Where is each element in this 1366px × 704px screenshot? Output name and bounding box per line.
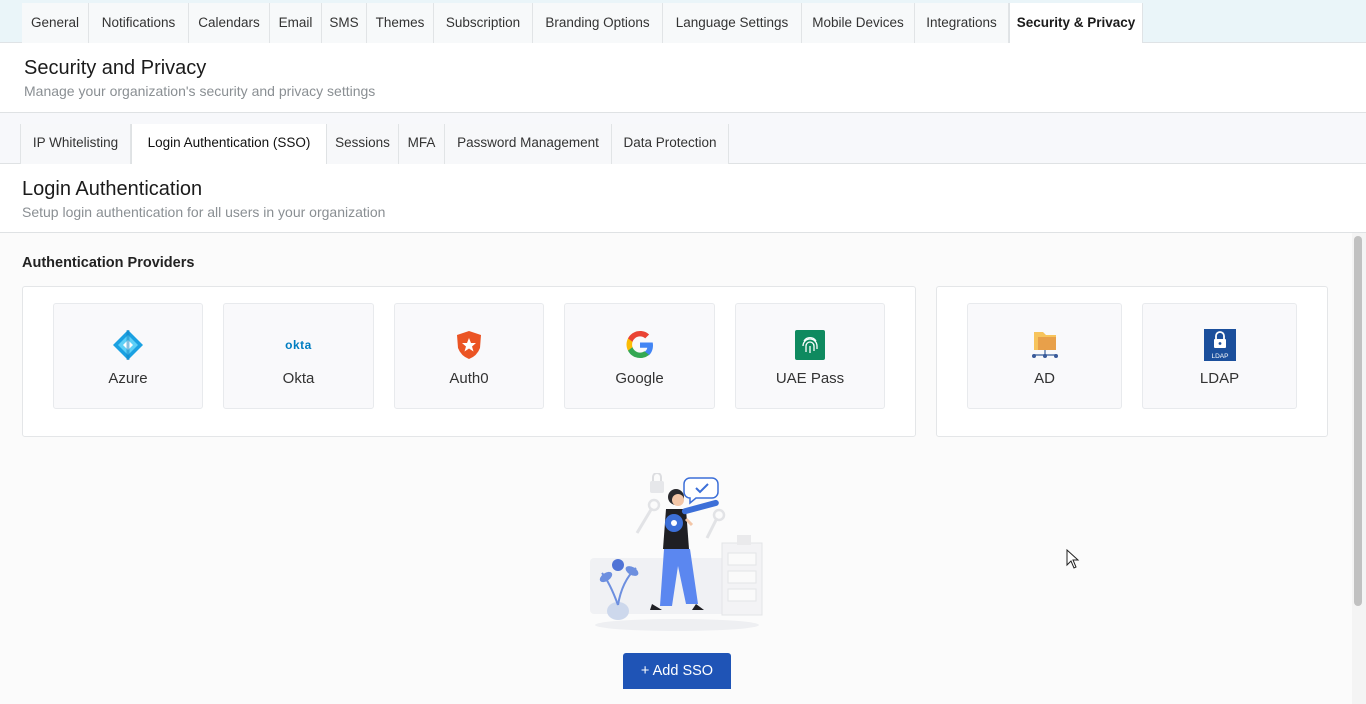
azure-icon — [113, 330, 143, 360]
section-title: Login Authentication — [22, 178, 203, 200]
security-key-illustration — [590, 473, 763, 631]
provider-label: Google — [615, 370, 664, 387]
scrollbar-thumb[interactable] — [1354, 236, 1362, 606]
provider-card-uae-pass[interactable]: UAE Pass — [735, 303, 885, 409]
subtab-password-management[interactable]: Password Management — [445, 124, 612, 164]
tab-subscription[interactable]: Subscription — [434, 3, 533, 43]
section-subtitle: Setup login authentication for all users… — [22, 204, 386, 220]
provider-label: UAE Pass — [775, 370, 845, 387]
okta-icon: okta — [285, 338, 312, 352]
tab-notifications[interactable]: Notifications — [89, 3, 189, 43]
tab-language-settings[interactable]: Language Settings — [663, 3, 802, 43]
section-header: Login Authentication Setup login authent… — [0, 164, 1366, 233]
provider-card-okta[interactable]: okta Okta — [223, 303, 374, 409]
provider-card-auth0[interactable]: Auth0 — [394, 303, 544, 409]
tab-calendars[interactable]: Calendars — [189, 3, 270, 43]
auth0-icon — [457, 331, 481, 359]
subtab-mfa[interactable]: MFA — [399, 124, 445, 164]
tab-themes[interactable]: Themes — [367, 3, 434, 43]
provider-card-ldap[interactable]: LDAP LDAP — [1142, 303, 1297, 409]
security-sub-tab-bar: IP Whitelisting Login Authentication (SS… — [0, 113, 1366, 165]
google-icon — [626, 331, 653, 358]
add-sso-button[interactable]: + Add SSO — [623, 653, 731, 689]
tab-branding-options[interactable]: Branding Options — [533, 3, 663, 43]
tab-general[interactable]: General — [22, 3, 89, 43]
provider-label: LDAP — [1199, 370, 1240, 387]
providers-heading: Authentication Providers — [22, 255, 195, 271]
active-directory-icon — [1031, 332, 1058, 358]
provider-label: AD — [1034, 370, 1055, 387]
uae-pass-icon — [795, 330, 825, 360]
content-scrollbar[interactable] — [1352, 233, 1366, 704]
page-subtitle: Manage your organization's security and … — [24, 83, 376, 99]
provider-card-google[interactable]: Google — [564, 303, 715, 409]
sso-provider-group: Azure okta Okta Auth0 Google UAE Pass — [22, 286, 916, 437]
settings-tab-bar: General Notifications Calendars Email SM… — [0, 0, 1366, 44]
tab-email[interactable]: Email — [270, 3, 322, 43]
provider-label: Okta — [282, 370, 315, 387]
subtab-login-authentication[interactable]: Login Authentication (SSO) — [131, 124, 327, 165]
page-header: Security and Privacy Manage your organiz… — [0, 43, 1366, 113]
ldap-icon: LDAP — [1203, 329, 1236, 361]
provider-card-azure[interactable]: Azure — [53, 303, 203, 409]
subtab-data-protection[interactable]: Data Protection — [612, 124, 729, 164]
directory-provider-group: AD LDAP LDAP — [936, 286, 1328, 437]
mouse-pointer-icon — [1066, 549, 1080, 569]
provider-card-ad[interactable]: AD — [967, 303, 1122, 409]
subtab-sessions[interactable]: Sessions — [327, 124, 399, 164]
provider-label: Auth0 — [449, 370, 489, 387]
providers-content: Authentication Providers Azure okta Okta… — [0, 233, 1352, 704]
tab-sms[interactable]: SMS — [322, 3, 367, 43]
page-title: Security and Privacy — [24, 57, 207, 79]
ldap-icon-text: LDAP — [1211, 353, 1228, 360]
provider-label: Azure — [108, 370, 148, 387]
subtab-ip-whitelisting[interactable]: IP Whitelisting — [20, 124, 131, 164]
tab-mobile-devices[interactable]: Mobile Devices — [802, 3, 915, 43]
tab-integrations[interactable]: Integrations — [915, 3, 1009, 43]
tab-security-privacy[interactable]: Security & Privacy — [1009, 3, 1143, 44]
